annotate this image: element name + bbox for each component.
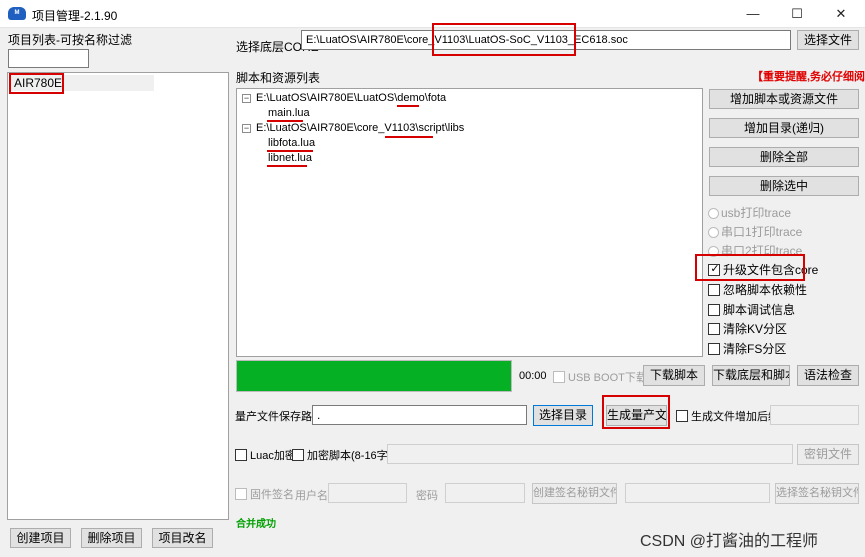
script-tree[interactable]: − E:\LuatOS\AIR780E\LuatOS\demo\fota main… — [236, 88, 703, 357]
include-core-label: 升级文件包含core — [723, 263, 819, 277]
clear-fs-checkbox[interactable]: 清除FS分区 — [708, 340, 786, 356]
checkmark-icon: ✓ — [710, 263, 720, 275]
rename-project-button[interactable]: 项目改名 — [152, 528, 213, 548]
encrypt-script-checkbox[interactable]: 加密脚本(8-16字节) — [292, 447, 402, 463]
usb-boot-checkbox[interactable]: USB BOOT下载 — [553, 369, 647, 385]
title-bar: M 项目管理-2.1.90 — ☐ ✕ — [0, 0, 865, 28]
uart2-trace-radio[interactable]: 串口2打印trace — [708, 242, 802, 259]
collapse-icon[interactable]: − — [242, 124, 251, 133]
delete-all-button[interactable]: 删除全部 — [709, 147, 859, 167]
add-directory-button[interactable]: 增加目录(递归) — [709, 118, 859, 138]
add-script-file-button[interactable]: 增加脚本或资源文件 — [709, 89, 859, 109]
checkbox-box — [708, 323, 720, 335]
status-message: 合并成功 — [236, 519, 276, 530]
firmware-sign-checkbox[interactable]: 固件签名 — [235, 486, 294, 502]
select-directory-button[interactable]: 选择目录 — [533, 405, 593, 426]
radio-circle-icon — [708, 246, 719, 257]
maximize-button[interactable]: ☐ — [775, 0, 819, 28]
usb-boot-label: USB BOOT下载 — [568, 372, 647, 384]
window-title: 项目管理-2.1.90 — [32, 9, 118, 23]
checkbox-box — [708, 284, 720, 296]
delete-project-button[interactable]: 删除项目 — [81, 528, 142, 548]
ignore-deps-label: 忽略脚本依赖性 — [723, 283, 808, 297]
checkbox-box — [553, 371, 565, 383]
debug-info-checkbox[interactable]: 脚本调试信息 — [708, 301, 795, 317]
sign-key-path-input[interactable] — [625, 483, 770, 503]
collapse-icon[interactable]: − — [242, 94, 251, 103]
uart2-trace-label: 串口2打印trace — [721, 244, 803, 258]
download-progress-bar — [236, 360, 512, 392]
project-list-item[interactable]: AIR780E — [10, 75, 154, 91]
checkbox-box — [676, 410, 688, 422]
encrypt-key-input[interactable] — [387, 444, 793, 464]
luac-encrypt-label: Luac加密 — [250, 450, 296, 462]
select-sign-key-button[interactable]: 选择签名秘钥文件 — [775, 483, 859, 504]
script-list-label: 脚本和资源列表 — [236, 71, 321, 85]
tree-file-item[interactable]: main.lua — [268, 107, 310, 119]
key-file-button[interactable]: 密钥文件 — [797, 444, 859, 465]
username-input[interactable] — [328, 483, 407, 503]
password-input[interactable] — [445, 483, 525, 503]
delete-selected-button[interactable]: 删除选中 — [709, 176, 859, 196]
generate-production-file-button[interactable]: 生成量产文件 — [606, 405, 667, 426]
checkbox-box — [708, 304, 720, 316]
clear-kv-checkbox[interactable]: 清除KV分区 — [708, 320, 787, 336]
select-core-file-button[interactable]: 选择文件 — [797, 30, 859, 50]
project-filter-label: 项目列表-可按名称过滤 — [8, 33, 132, 47]
tree-folder-fota[interactable]: − E:\LuatOS\AIR780E\LuatOS\demo\fota — [242, 92, 446, 104]
csdn-watermark: CSDN @打酱油的工程师 — [640, 533, 819, 550]
syntax-check-button[interactable]: 语法检查 — [797, 365, 859, 386]
include-core-checkbox[interactable]: ✓ 升级文件包含core — [708, 261, 818, 277]
elapsed-time: 00:00 — [519, 370, 547, 382]
checkbox-box: ✓ — [708, 263, 720, 276]
download-script-button[interactable]: 下载脚本 — [643, 365, 705, 386]
close-button[interactable]: ✕ — [819, 0, 863, 28]
radio-circle-icon — [708, 227, 719, 238]
add-suffix-checkbox[interactable]: 生成文件增加后缀 — [676, 408, 779, 424]
usb-trace-label: usb打印trace — [721, 206, 792, 220]
radio-circle-icon — [708, 208, 719, 219]
luac-encrypt-checkbox[interactable]: Luac加密 — [235, 447, 296, 463]
debug-info-label: 脚本调试信息 — [723, 303, 796, 317]
tree-folder-label: E:\LuatOS\AIR780E\core_V1103\script\libs — [256, 122, 465, 134]
checkbox-box — [708, 343, 720, 355]
save-path-label: 量产文件保存路径 — [235, 411, 323, 423]
password-label: 密码 — [416, 490, 438, 502]
app-logo-icon: M — [8, 7, 26, 20]
checkbox-box — [235, 449, 247, 461]
project-filter-input[interactable] — [8, 49, 89, 68]
create-project-button[interactable]: 创建项目 — [10, 528, 71, 548]
save-path-input[interactable]: . — [312, 405, 527, 425]
minimize-button[interactable]: — — [731, 0, 775, 28]
tree-file-item[interactable]: libnet.lua — [268, 152, 312, 164]
main-client-area: 项目列表-可按名称过滤 AIR780E 创建项目 删除项目 项目改名 选择底层C… — [0, 23, 865, 557]
firmware-sign-label: 固件签名 — [250, 489, 294, 501]
clear-kv-label: 清除KV分区 — [723, 322, 788, 336]
project-list[interactable]: AIR780E — [7, 72, 229, 520]
important-warning-link[interactable]: 【重要提醒,务必仔细阅读!】 — [752, 68, 865, 84]
tree-folder-label: E:\LuatOS\AIR780E\LuatOS\demo\fota — [256, 92, 447, 104]
download-core-script-button[interactable]: 下载底层和脚本 — [712, 365, 790, 386]
create-sign-key-button[interactable]: 创建签名秘钥文件 — [532, 483, 617, 504]
uart1-trace-label: 串口1打印trace — [721, 225, 803, 239]
suffix-input[interactable] — [770, 405, 859, 425]
checkbox-box — [292, 449, 304, 461]
tree-folder-libs[interactable]: − E:\LuatOS\AIR780E\core_V1103\script\lib… — [242, 122, 464, 134]
clear-fs-label: 清除FS分区 — [723, 342, 787, 356]
username-label: 用户名 — [295, 490, 328, 502]
tree-file-item[interactable]: libfota.lua — [268, 137, 315, 149]
core-path-input[interactable]: E:\LuatOS\AIR780E\core_V1103\LuatOS-SoC_… — [301, 30, 791, 50]
checkbox-box — [235, 488, 247, 500]
add-suffix-label: 生成文件增加后缀 — [691, 411, 779, 423]
ignore-deps-checkbox[interactable]: 忽略脚本依赖性 — [708, 281, 807, 297]
progress-fill — [237, 361, 511, 391]
usb-trace-radio[interactable]: usb打印trace — [708, 204, 791, 221]
uart1-trace-radio[interactable]: 串口1打印trace — [708, 223, 802, 240]
